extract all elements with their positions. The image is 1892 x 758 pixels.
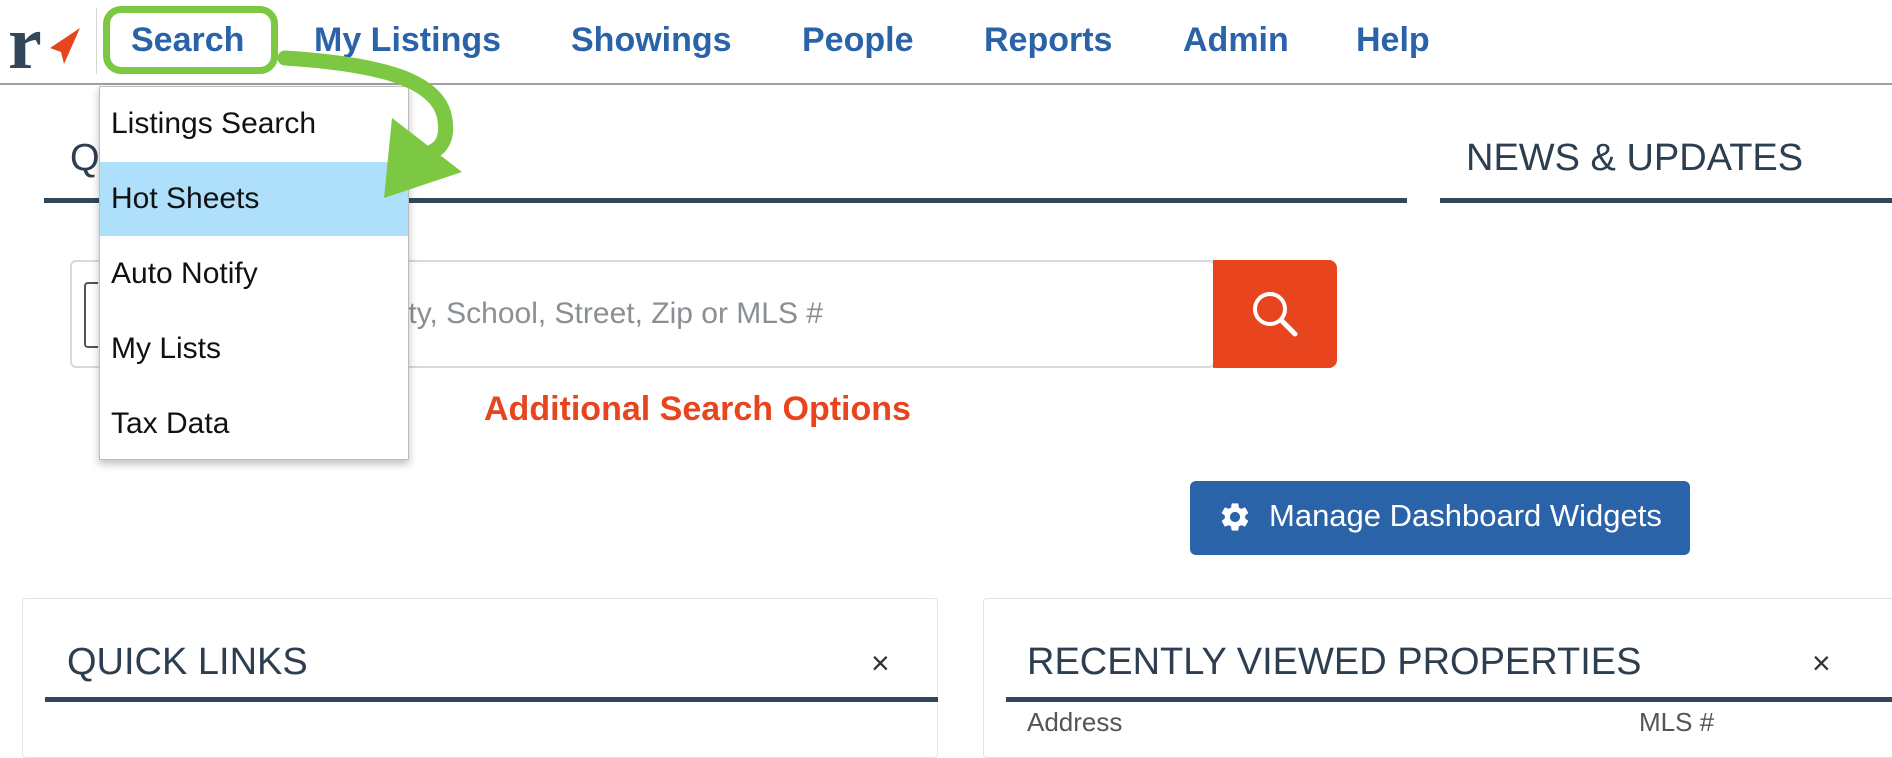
news-heading: NEWS & UPDATES xyxy=(1466,137,1804,179)
logo-divider xyxy=(96,8,97,74)
recently-viewed-title: RECENTLY VIEWED PROPERTIES xyxy=(1027,641,1642,683)
manage-dashboard-widgets-label: Manage Dashboard Widgets xyxy=(1269,498,1662,533)
news-rule xyxy=(1440,198,1892,203)
additional-search-options-link[interactable]: Additional Search Options xyxy=(484,390,911,429)
nav-help[interactable]: Help xyxy=(1356,20,1430,60)
quick-search-heading: Q xyxy=(70,137,100,179)
recently-viewed-widget: RECENTLY VIEWED PROPERTIES × Address MLS… xyxy=(983,598,1892,758)
search-dropdown-menu: Listings Search Hot Sheets Auto Notify M… xyxy=(99,86,409,460)
recently-viewed-rule xyxy=(1006,697,1892,702)
menu-item-hot-sheets[interactable]: Hot Sheets xyxy=(100,162,408,236)
menu-item-tax-data[interactable]: Tax Data xyxy=(100,387,408,461)
column-header-address[interactable]: Address xyxy=(1027,707,1122,738)
logo-icon: r xyxy=(8,1,80,85)
menu-item-my-lists[interactable]: My Lists xyxy=(100,312,408,386)
search-highlight-annotation xyxy=(103,6,278,74)
nav-my-listings[interactable]: My Listings xyxy=(314,20,501,60)
nav-reports[interactable]: Reports xyxy=(984,20,1112,60)
top-navigation: r Search My Listings Showings People Rep… xyxy=(0,0,1892,85)
column-header-mls[interactable]: MLS # xyxy=(1639,707,1714,738)
quick-links-close-icon[interactable]: × xyxy=(871,645,890,682)
search-button[interactable] xyxy=(1213,260,1337,368)
nav-people[interactable]: People xyxy=(802,20,913,60)
manage-dashboard-widgets-button[interactable]: Manage Dashboard Widgets xyxy=(1190,481,1690,555)
recently-viewed-close-icon[interactable]: × xyxy=(1812,645,1831,682)
quick-links-widget: QUICK LINKS × xyxy=(22,598,938,758)
nav-admin[interactable]: Admin xyxy=(1183,20,1289,60)
gear-icon xyxy=(1221,503,1249,531)
quick-links-rule xyxy=(45,697,938,702)
search-icon xyxy=(1253,292,1298,337)
menu-item-auto-notify[interactable]: Auto Notify xyxy=(100,237,408,311)
nav-showings[interactable]: Showings xyxy=(571,20,732,60)
search-type-select[interactable] xyxy=(84,282,98,348)
quick-links-title: QUICK LINKS xyxy=(67,641,308,683)
svg-text:r: r xyxy=(8,6,42,76)
app-logo[interactable]: r xyxy=(6,1,84,85)
menu-item-listings-search[interactable]: Listings Search xyxy=(100,87,408,161)
